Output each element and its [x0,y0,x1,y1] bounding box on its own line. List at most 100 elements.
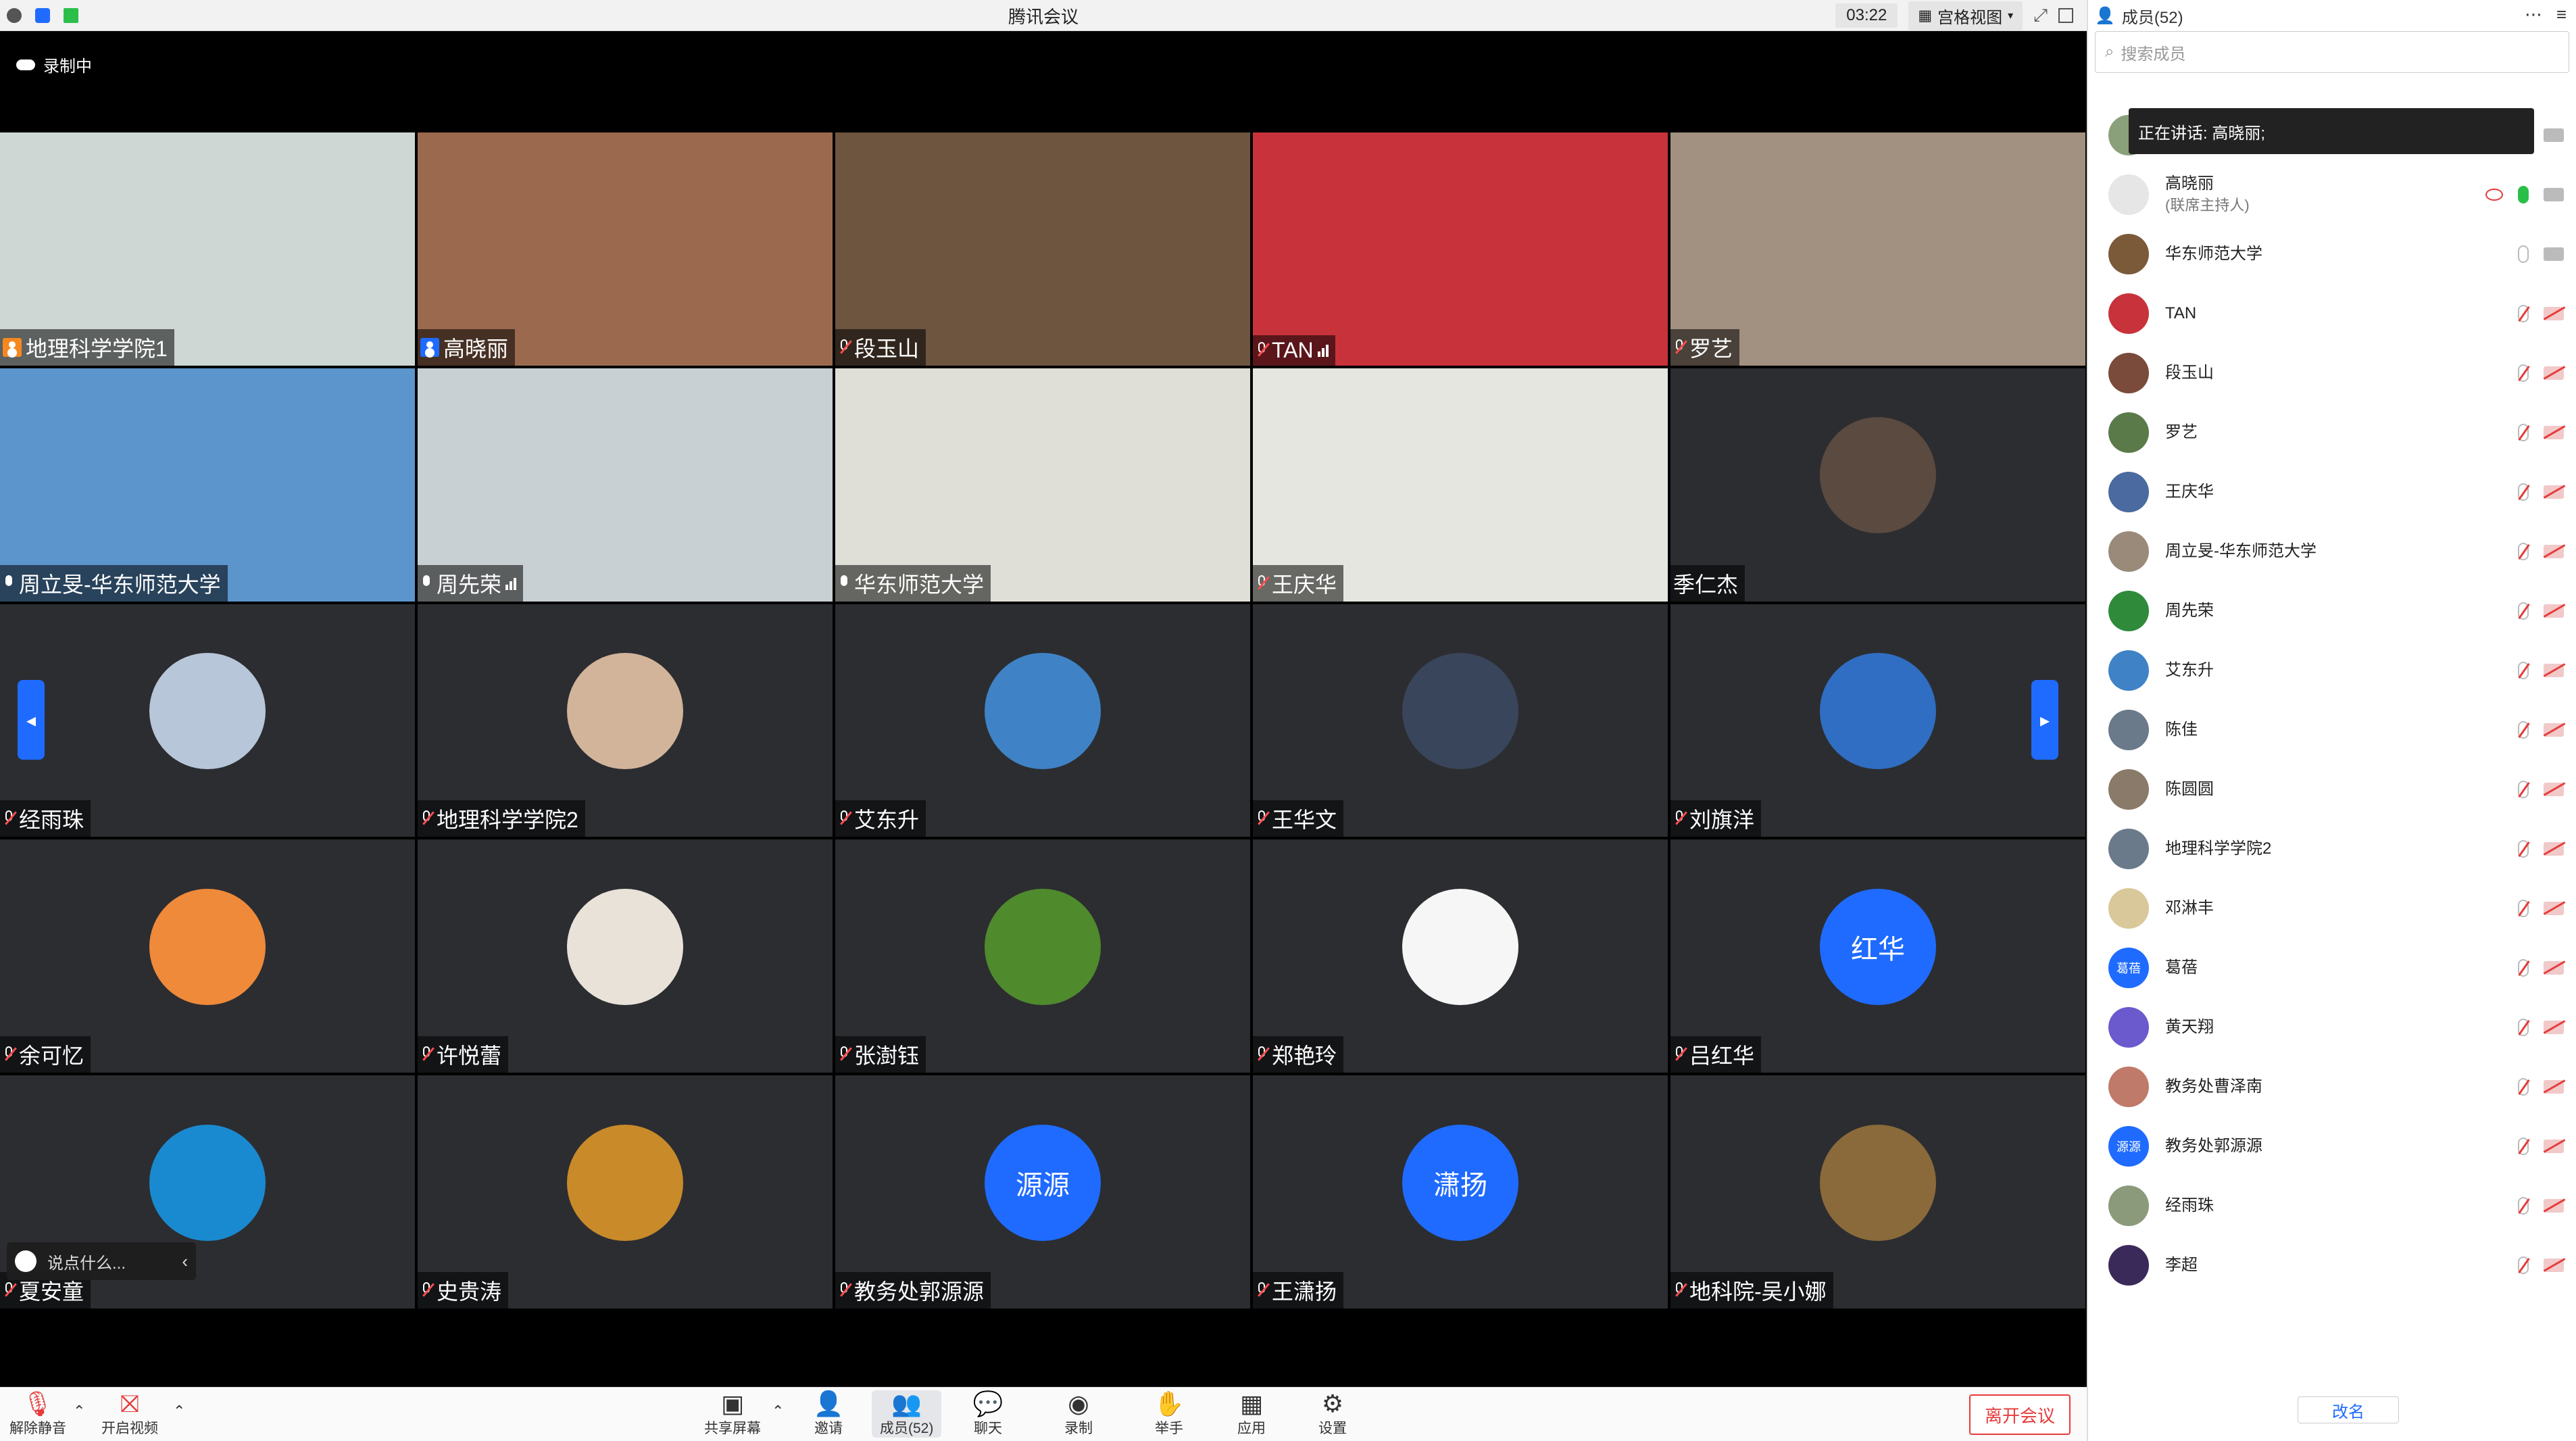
member-row[interactable]: 经雨珠 [2088,1176,2576,1236]
participant-tile[interactable]: 源源 教务处郭源源 [835,1075,1250,1309]
participant-tile[interactable]: 地理科学学院1 [0,132,415,366]
rename-button[interactable]: 改名 [2298,1396,2399,1423]
participant-tile[interactable]: 潇扬 王潇扬 [1253,1075,1668,1309]
mic-off-icon[interactable] [2518,1138,2529,1155]
participant-tile[interactable]: TAN [1253,132,1668,366]
participant-tile[interactable]: 罗艺 [1670,132,2085,366]
participant-tile[interactable]: 段玉山 [835,132,1250,366]
member-row[interactable]: 陈圆圆 [2088,760,2576,819]
camera-off-icon[interactable] [2544,1199,2564,1213]
member-row[interactable]: 黄天翔 [2088,998,2576,1057]
mic-off-icon[interactable] [2518,1078,2529,1096]
prev-page-button[interactable]: ◂ [18,680,45,760]
camera-off-icon[interactable] [2544,426,2564,439]
member-row[interactable]: 源源 教务处郭源源 [2088,1117,2576,1176]
signal-icon[interactable] [64,7,78,23]
camera-off-icon[interactable] [2544,902,2564,915]
camera-off-icon[interactable] [2544,1080,2564,1094]
more-icon[interactable]: ⋯ [2525,4,2542,25]
participant-tile[interactable]: 周立旻-华东师范大学 [0,368,415,602]
mic-off-icon[interactable] [2518,602,2529,620]
mic-off-icon[interactable] [2518,781,2529,798]
mic-off-icon[interactable] [2518,424,2529,441]
participant-tile[interactable]: 华东师范大学 [835,368,1250,602]
member-row[interactable]: 周先荣 [2088,581,2576,641]
participant-tile[interactable]: 地科院-吴小娜 [1670,1075,2085,1309]
unmute-button[interactable]: 🎙 解除静音 [9,1390,66,1438]
menu-icon[interactable]: ≡ [2556,4,2567,25]
camera-off-icon[interactable] [2544,545,2564,558]
member-row[interactable]: 邓淋丰 [2088,879,2576,938]
member-row[interactable]: 李超 [2088,1236,2576,1295]
camera-off-icon[interactable] [2544,604,2564,618]
mic-off-icon[interactable] [2518,959,2529,977]
next-page-button[interactable]: ▸ [2031,680,2058,760]
participant-tile[interactable]: 季仁杰 [1670,368,2085,602]
participant-tile[interactable]: 王华文 [1253,604,1668,837]
camera-off-icon[interactable] [2544,1259,2564,1272]
member-row[interactable]: 段玉山 [2088,343,2576,403]
camera-off-icon[interactable] [2544,307,2564,320]
member-row[interactable]: 艾东升 [2088,641,2576,700]
audio-options-caret[interactable]: ⌃ [73,1402,85,1420]
mic-off-icon[interactable] [2518,1256,2529,1274]
chat-button[interactable]: 💬 聊天 [973,1390,1004,1438]
member-search-input[interactable]: ⌕ 搜索成员 [2095,31,2569,73]
member-row[interactable]: 王庆华 [2088,462,2576,522]
mic-off-icon[interactable] [2518,662,2529,679]
member-row[interactable]: 葛蓓 葛蓓 [2088,938,2576,998]
member-row[interactable]: 教务处曹泽南 [2088,1057,2576,1117]
share-screen-button[interactable]: ▣ 共享屏幕 [704,1390,761,1438]
member-row[interactable]: 罗艺 [2088,403,2576,462]
camera-off-icon[interactable] [2544,842,2564,856]
start-video-button[interactable]: ⛝ 开启视频 [101,1390,158,1438]
participant-tile[interactable]: 周先荣 [418,368,833,602]
camera-off-icon[interactable] [2544,485,2564,499]
toggle-panel-icon[interactable] [2058,8,2073,23]
participant-tile[interactable]: 王庆华 [1253,368,1668,602]
mic-off-icon[interactable] [2518,1019,2529,1036]
member-row[interactable]: 高晓丽 (联席主持人) [2088,165,2576,224]
camera-icon[interactable] [2544,247,2564,261]
info-icon[interactable] [7,7,22,23]
participant-tile[interactable]: 艾东升 [835,604,1250,837]
invite-button[interactable]: 👤 邀请 [814,1390,844,1438]
camera-off-icon[interactable] [2544,1140,2564,1153]
emoji-icon[interactable] [15,1250,36,1272]
camera-icon[interactable] [2544,128,2564,142]
member-row[interactable]: 地理科学学院2 [2088,819,2576,879]
mic-off-icon[interactable] [2518,1197,2529,1215]
chat-quick-input[interactable]: 说点什么... ‹ [7,1242,196,1280]
share-options-caret[interactable]: ⌃ [772,1402,784,1420]
mic-off-icon[interactable] [2518,305,2529,322]
mic-off-icon[interactable] [2518,543,2529,560]
mic-icon[interactable] [2518,186,2529,203]
participant-tile[interactable]: 郑艳玲 [1253,839,1668,1073]
record-button[interactable]: ◉ 录制 [1064,1390,1093,1438]
collapse-chevron-icon[interactable]: ‹ [182,1251,188,1272]
mic-off-icon[interactable] [2518,900,2529,917]
mic-icon[interactable] [2518,245,2529,263]
mic-off-icon[interactable] [2518,721,2529,739]
participant-tile[interactable]: 余可忆 [0,839,415,1073]
camera-off-icon[interactable] [2544,783,2564,796]
mic-off-icon[interactable] [2518,364,2529,382]
camera-off-icon[interactable] [2544,1021,2564,1034]
participant-tile[interactable]: 张澍钰 [835,839,1250,1073]
member-row[interactable]: 周立旻-华东师范大学 [2088,522,2576,581]
camera-off-icon[interactable] [2544,366,2564,380]
camera-icon[interactable] [2544,188,2564,201]
participant-tile[interactable]: 高晓丽 [418,132,833,366]
participant-tile[interactable]: 刘旗洋 [1670,604,2085,837]
mic-off-icon[interactable] [2518,840,2529,858]
member-row[interactable]: 华东师范大学 [2088,224,2576,284]
member-row[interactable]: TAN [2088,284,2576,343]
camera-off-icon[interactable] [2544,723,2564,737]
raise-hand-button[interactable]: ✋ 举手 [1154,1390,1185,1438]
camera-off-icon[interactable] [2544,961,2564,975]
participant-tile[interactable]: 地理科学学院2 [418,604,833,837]
participant-tile[interactable]: 红华 吕红华 [1670,839,2085,1073]
layout-switch-button[interactable]: ▦ 宫格视图 ▾ [1908,1,2023,30]
settings-button[interactable]: ⚙ 设置 [1318,1390,1347,1438]
participant-tile[interactable]: 史贵涛 [418,1075,833,1309]
